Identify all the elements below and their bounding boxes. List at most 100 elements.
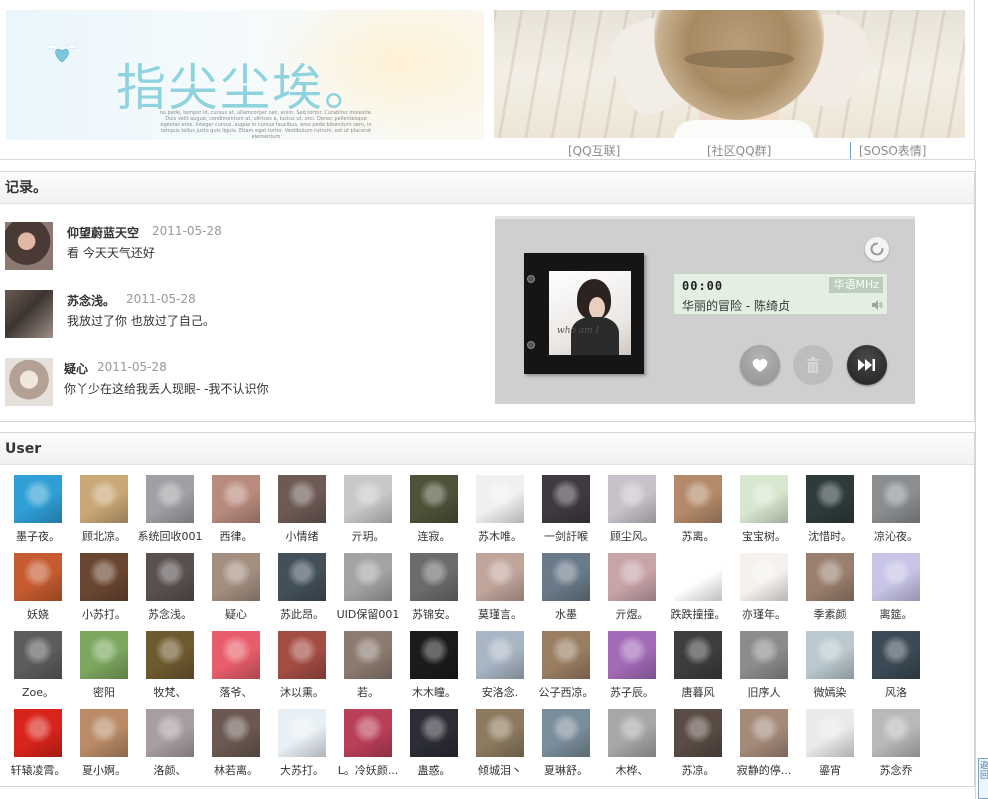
user-name[interactable]: 苏离。 [665,528,731,544]
user-name[interactable]: 苏锦安。 [401,606,467,622]
user-name[interactable]: 跌跌撞撞。 [665,606,731,622]
user-name[interactable]: 密阳 [71,684,137,700]
user-avatar[interactable] [476,475,524,523]
user-name[interactable]: 小情绪 [269,528,335,544]
user-name[interactable]: 苏木唯。 [467,528,533,544]
record-avatar[interactable] [5,358,53,406]
user-card[interactable]: 夏琳舒。 [533,709,599,785]
user-avatar[interactable] [740,631,788,679]
user-avatar[interactable] [14,631,62,679]
user-avatar[interactable] [740,553,788,601]
user-card[interactable]: 夏小婀。 [71,709,137,785]
user-card[interactable]: 离筵。 [863,553,929,629]
user-name[interactable]: 轩辕凌霄。 [5,762,71,778]
user-avatar[interactable] [278,553,326,601]
user-name[interactable]: 夏琳舒。 [533,762,599,778]
user-name[interactable]: 一剑訏喉 [533,528,599,544]
user-card[interactable]: 疑心 [203,553,269,629]
user-avatar[interactable] [344,631,392,679]
user-avatar[interactable] [410,475,458,523]
link-qq-connect[interactable]: [QQ互联] [568,142,620,159]
user-avatar[interactable] [410,631,458,679]
user-card[interactable]: 沐以熏。 [269,631,335,707]
user-name[interactable]: 苏念浅。 [137,606,203,622]
user-avatar[interactable] [80,475,128,523]
user-card[interactable]: 苏凉。 [665,709,731,785]
user-card[interactable]: 妖娆 [5,553,71,629]
user-name[interactable]: Zoe。 [5,684,71,700]
user-avatar[interactable] [146,631,194,679]
user-name[interactable]: UID保留001 [335,606,401,622]
user-card[interactable]: 洛颜、 [137,709,203,785]
user-avatar[interactable] [806,553,854,601]
user-name[interactable]: 微嫣染 [797,684,863,700]
user-name[interactable]: 林若离。 [203,762,269,778]
user-avatar[interactable] [542,631,590,679]
user-avatar[interactable] [608,475,656,523]
user-name[interactable]: 墨子夜。 [5,528,71,544]
user-name[interactable]: 夏小婀。 [71,762,137,778]
refresh-button[interactable] [865,237,889,261]
user-name[interactable]: 妖娆 [5,606,71,622]
user-name[interactable]: 凉沁夜。 [863,528,929,544]
user-card[interactable]: 大苏打。 [269,709,335,785]
user-avatar[interactable] [14,475,62,523]
user-card[interactable]: 亓煜。 [599,553,665,629]
user-card[interactable]: 林若离。 [203,709,269,785]
user-card[interactable]: 苏念浅。 [137,553,203,629]
record-author[interactable]: 疑心 [64,360,88,377]
user-avatar[interactable] [344,475,392,523]
user-card[interactable]: 蛊惑。 [401,709,467,785]
user-avatar[interactable] [212,631,260,679]
user-avatar[interactable] [608,553,656,601]
user-card[interactable]: 小情绪 [269,475,335,551]
user-name[interactable]: 顾尘风。 [599,528,665,544]
user-avatar[interactable] [740,475,788,523]
user-card[interactable]: 宝宝树。 [731,475,797,551]
user-card[interactable]: 倾城泪丶 [467,709,533,785]
user-avatar[interactable] [146,475,194,523]
user-name[interactable]: 小苏打。 [71,606,137,622]
user-avatar[interactable] [674,475,722,523]
user-avatar[interactable] [212,709,260,757]
user-avatar[interactable] [344,709,392,757]
user-name[interactable]: 苏子辰。 [599,684,665,700]
user-card[interactable]: 顾尘风。 [599,475,665,551]
user-avatar[interactable] [14,553,62,601]
record-avatar[interactable] [5,290,53,338]
user-card[interactable]: 鎏宵 [797,709,863,785]
user-card[interactable]: 苏离。 [665,475,731,551]
user-card[interactable]: 苏此昂。 [269,553,335,629]
user-card[interactable]: 木木瞳。 [401,631,467,707]
user-card[interactable]: 墨子夜。 [5,475,71,551]
channel-badge[interactable]: 华语MHz [829,277,883,293]
user-name[interactable]: 疑心 [203,606,269,622]
user-name[interactable]: 洛颜、 [137,762,203,778]
user-card[interactable]: 跌跌撞撞。 [665,553,731,629]
user-card[interactable]: 若。 [335,631,401,707]
user-card[interactable]: 亦瑾年。 [731,553,797,629]
user-name[interactable]: 苏此昂。 [269,606,335,622]
user-card[interactable]: 苏锦安。 [401,553,467,629]
user-card[interactable]: 一剑訏喉 [533,475,599,551]
user-name[interactable]: 木木瞳。 [401,684,467,700]
user-avatar[interactable] [80,709,128,757]
user-card[interactable]: 寂静的停... [731,709,797,785]
link-community-qq-group[interactable]: [社区QQ群] [707,142,771,159]
next-track-button[interactable] [847,345,887,385]
user-name[interactable]: 亓煜。 [599,606,665,622]
user-name[interactable]: 倾城泪丶 [467,762,533,778]
user-avatar[interactable] [212,475,260,523]
user-name[interactable]: 鎏宵 [797,762,863,778]
user-name[interactable]: 大苏打。 [269,762,335,778]
user-card[interactable]: 莫瑾言。 [467,553,533,629]
user-card[interactable]: 安洛念. [467,631,533,707]
user-avatar[interactable] [344,553,392,601]
user-name[interactable]: 季素颜 [797,606,863,622]
user-avatar[interactable] [410,709,458,757]
user-avatar[interactable] [476,631,524,679]
user-card[interactable]: L。冷妖颜... [335,709,401,785]
user-avatar[interactable] [872,475,920,523]
user-name[interactable]: 莫瑾言。 [467,606,533,622]
user-name[interactable]: 旧序人 [731,684,797,700]
